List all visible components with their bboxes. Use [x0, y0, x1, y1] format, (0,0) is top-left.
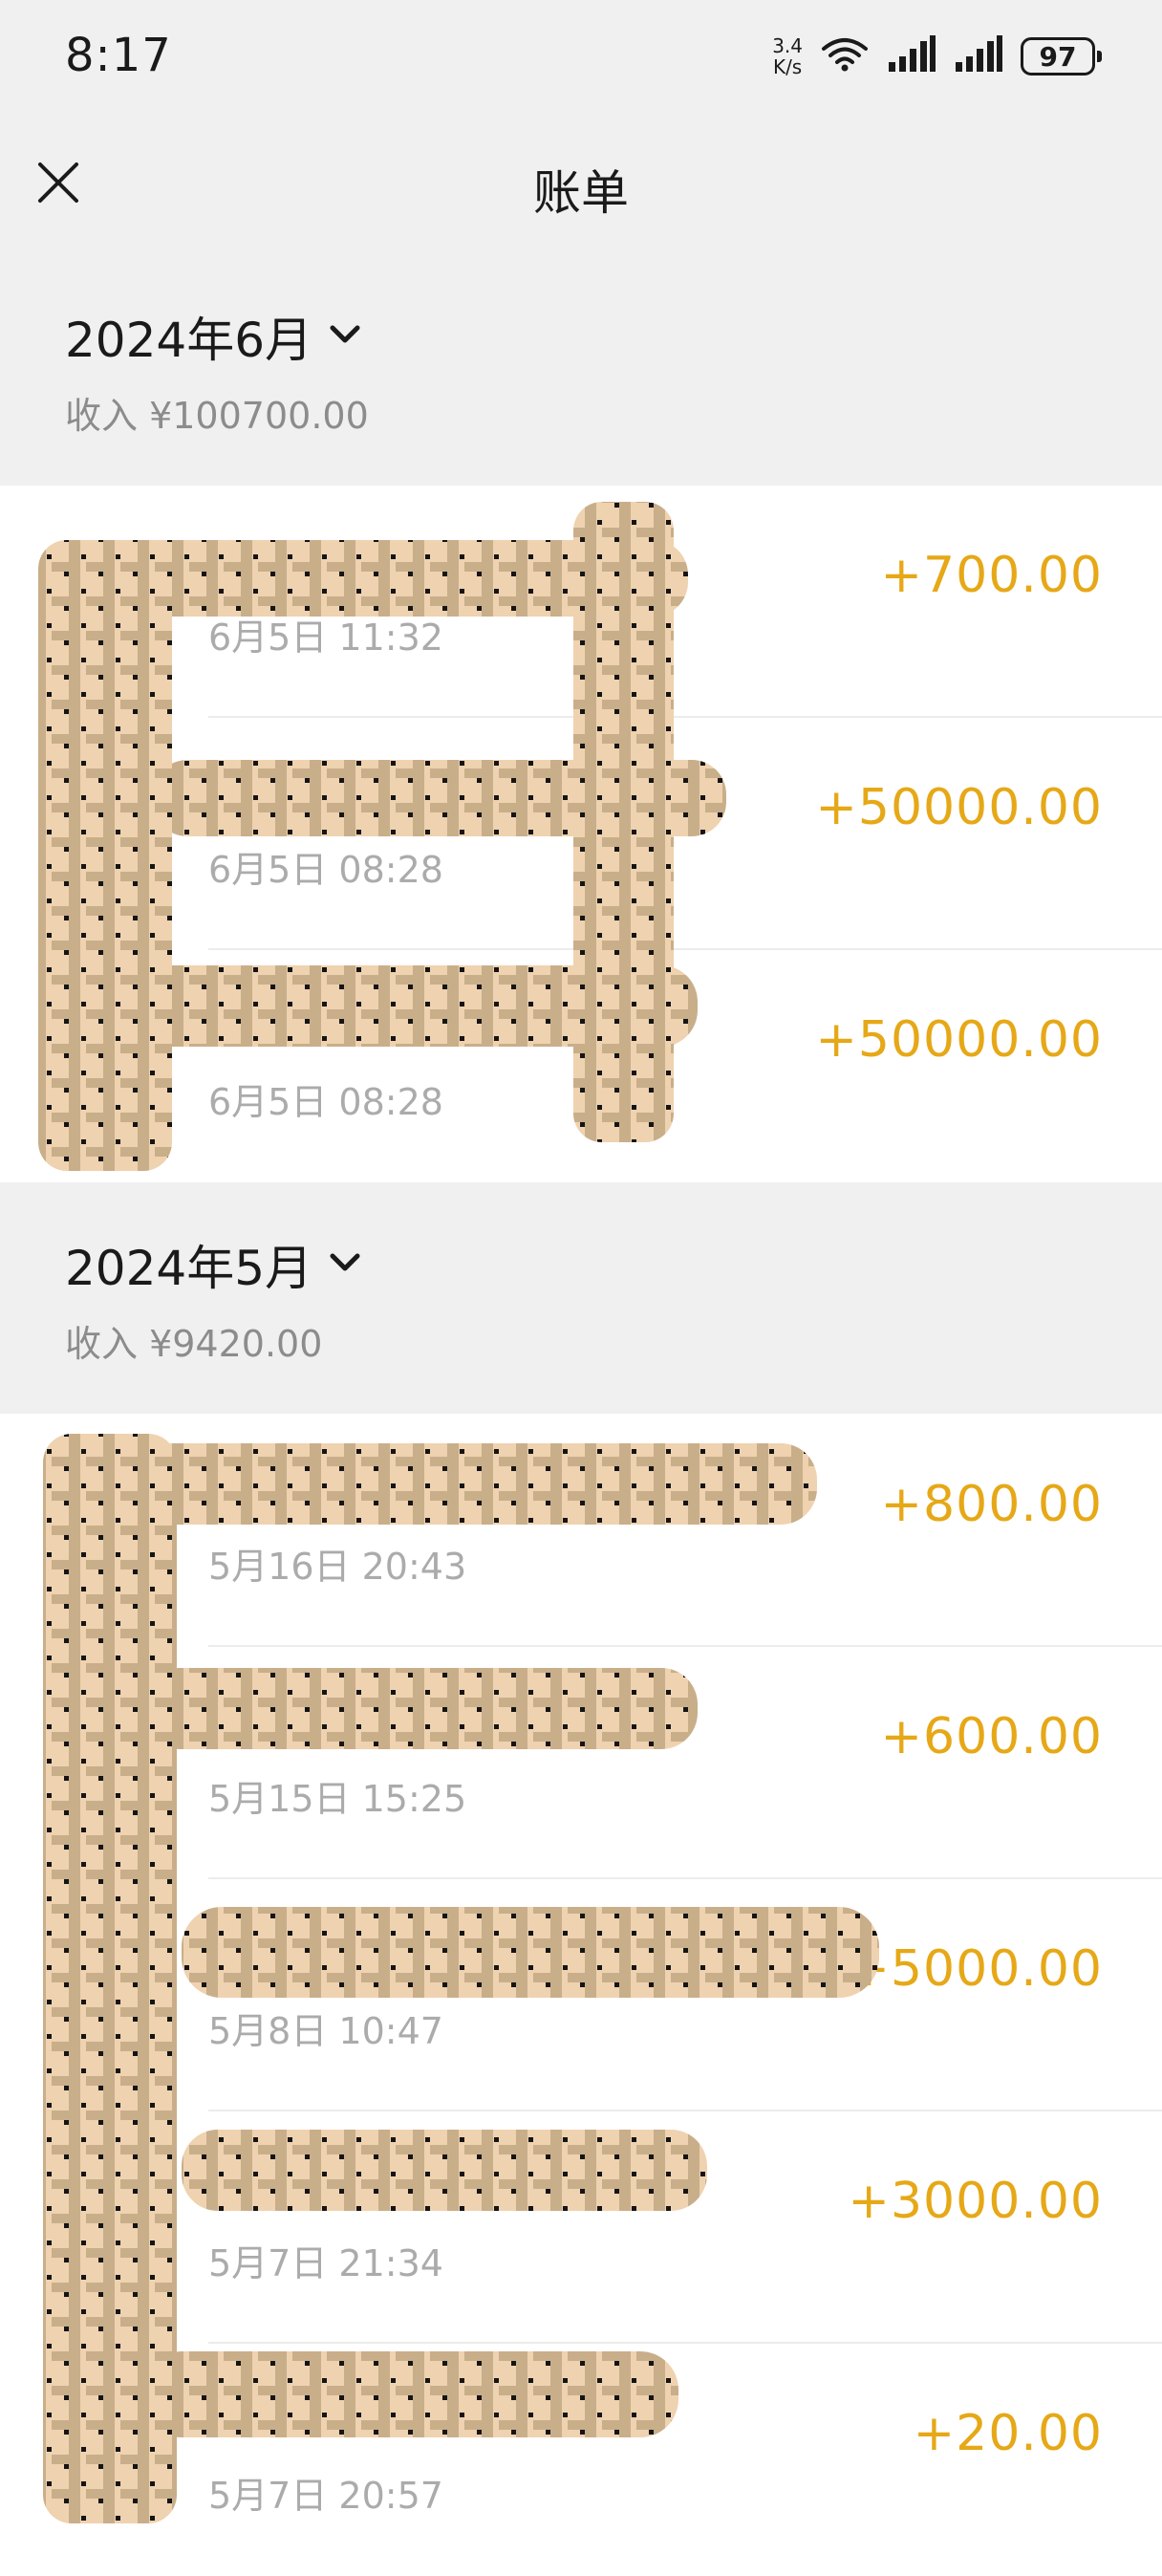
transaction-time: 5月16日 20:43	[208, 1546, 467, 1588]
signal-icon	[887, 35, 936, 77]
income-summary: 收入 ¥9420.00	[65, 1323, 323, 1365]
transaction-amount: +3000.00	[848, 2173, 1103, 2230]
transaction-row[interactable]: +800.00 5月16日 20:43	[0, 1415, 1162, 1647]
battery-icon: 97	[1021, 37, 1102, 76]
income-summary: 收入 ¥100700.00	[65, 395, 369, 437]
chevron-down-icon[interactable]	[328, 323, 362, 350]
transaction-amount: +600.00	[880, 1708, 1103, 1765]
transaction-row[interactable]: +5000.00 5月8日 10:47	[0, 1879, 1162, 2111]
transaction-amount: +800.00	[880, 1476, 1103, 1533]
network-speed-unit: K/s	[772, 55, 803, 78]
month-label: 2024年6月	[65, 313, 313, 368]
status-bar: 8:17 3.4 K/s 97	[0, 0, 1162, 119]
network-speed: 3.4 K/s	[772, 35, 803, 77]
transaction-list: +800.00 5月16日 20:43 +600.00 5月15日 15:25 …	[0, 1415, 1162, 2576]
signal-icon	[954, 35, 1003, 77]
transaction-row[interactable]: +50000.00 6月5日 08:28	[0, 718, 1162, 950]
transaction-time: 5月15日 15:25	[208, 1778, 467, 1820]
transaction-amount: +5000.00	[848, 1940, 1103, 1998]
battery-level: 97	[1039, 40, 1077, 73]
transaction-amount: +20.00	[913, 2405, 1103, 2462]
transaction-amount: +700.00	[880, 547, 1103, 604]
month-label: 2024年5月	[65, 1241, 313, 1296]
nav-bar: 账单	[0, 119, 1162, 254]
transaction-time: 5月7日 21:34	[208, 2242, 443, 2284]
month-selector[interactable]: 2024年5月	[65, 1230, 362, 1299]
transaction-time: 5月7日 20:57	[208, 2475, 443, 2517]
month-selector[interactable]: 2024年6月	[65, 302, 362, 371]
network-speed-value: 3.4	[772, 34, 803, 57]
transaction-row[interactable]: +600.00 5月15日 15:25	[0, 1647, 1162, 1879]
status-time: 8:17	[65, 29, 172, 82]
page-title: 账单	[533, 165, 629, 221]
transaction-time: 6月5日 08:28	[208, 1081, 443, 1123]
month-header: 2024年5月 收入 ¥9420.00	[0, 1182, 1162, 1414]
wifi-icon	[820, 35, 870, 77]
transaction-amount: +50000.00	[815, 1011, 1103, 1069]
transaction-time: 6月5日 08:28	[208, 849, 443, 891]
transaction-row[interactable]: +3000.00 5月7日 21:34	[0, 2111, 1162, 2344]
transaction-time: 6月5日 11:32	[208, 617, 443, 659]
transaction-time: 5月8日 10:47	[208, 2010, 443, 2052]
transaction-amount: +50000.00	[815, 779, 1103, 836]
transaction-row[interactable]: +50000.00 6月5日 08:28	[0, 950, 1162, 1182]
transaction-row[interactable]: +20.00 5月7日 20:57	[0, 2344, 1162, 2576]
status-icons: 3.4 K/s 97	[772, 31, 1102, 82]
transaction-list: +700.00 6月5日 11:32 +50000.00 6月5日 08:28 …	[0, 486, 1162, 1182]
transaction-row[interactable]: +700.00 6月5日 11:32	[0, 486, 1162, 718]
month-header: 2024年6月 收入 ¥100700.00	[0, 254, 1162, 486]
chevron-down-icon[interactable]	[328, 1251, 362, 1278]
